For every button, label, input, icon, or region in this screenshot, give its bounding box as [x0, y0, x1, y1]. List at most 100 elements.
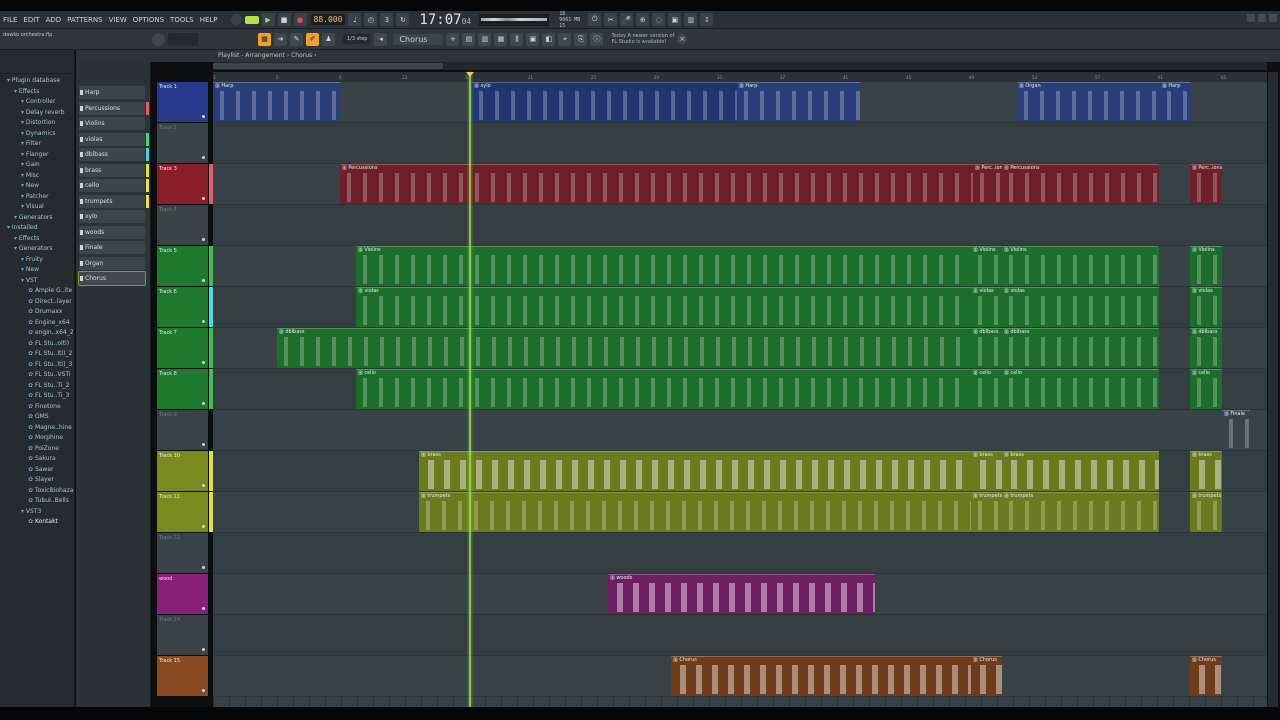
track-header[interactable]: Track 15 [157, 656, 208, 696]
browser-item[interactable]: ✿ Direct..layer [0, 297, 74, 308]
browser-item[interactable]: ✿ Sakura [0, 454, 74, 465]
picker-item[interactable]: Violins [79, 117, 145, 130]
browser-item[interactable]: ▾ Delay reverb [0, 108, 74, 119]
scroll-thumb[interactable] [213, 63, 443, 69]
menu-file[interactable]: FILE [0, 16, 20, 24]
track-header[interactable]: Track 4 [157, 205, 208, 245]
track-mute-led[interactable] [202, 238, 205, 241]
track-lane[interactable] [213, 615, 1267, 656]
pattern-add-icon[interactable]: + [446, 32, 460, 46]
pattern-clip[interactable]: ▥ violas [356, 287, 971, 327]
browser-item[interactable]: ▾ Plugin database [0, 76, 74, 87]
pattern-clip[interactable]: ▥ Harp [737, 82, 860, 122]
record-button[interactable]: ● [293, 13, 307, 26]
playlist-track-area[interactable]: ▥ Harp ▥ xylo ▥ Harp ▥ Organ ▥ Harp ▥ Percuss… [213, 82, 1267, 707]
piano-roll-icon[interactable]: ▥ [478, 32, 492, 46]
browser-item[interactable]: ▾ Flanger [0, 150, 74, 161]
loop-record-icon[interactable]: ↻ [396, 13, 410, 26]
browser-item[interactable]: ✿ Finetone [0, 402, 74, 413]
menu-help[interactable]: HELP [197, 16, 221, 24]
browser-item[interactable]: ✿ Ample G..ite [0, 286, 74, 297]
browser-item[interactable]: ✿ FL Stu..lti)_3 [0, 360, 74, 371]
browser-item[interactable]: ✿ ToxicBiohazard [0, 486, 74, 497]
browser-item[interactable]: ✿ Slayer [0, 475, 74, 486]
track-header[interactable]: Track 5 [157, 246, 213, 286]
pattern-clip[interactable]: ▥ Violins [971, 246, 1002, 286]
picker-item[interactable]: xylo [79, 210, 145, 223]
track-header[interactable]: Track 9 [157, 410, 208, 450]
chat-icon[interactable]: ◌ [652, 13, 666, 26]
maximize-icon[interactable] [1258, 14, 1266, 22]
pattern-clip[interactable]: ▥ Perc..ions [1190, 164, 1222, 204]
picker-item[interactable]: Percussions [79, 101, 149, 115]
playlist-icon[interactable]: ▤ [462, 32, 476, 46]
browser-item[interactable]: ▾ Dynamics [0, 129, 74, 140]
track-header[interactable]: wood [157, 574, 208, 614]
track-mute-led[interactable] [202, 525, 205, 528]
picker-item[interactable]: dblbass [79, 148, 149, 161]
pattern-clip[interactable]: ▥ Percussions [1002, 164, 1159, 204]
track-header[interactable]: Track 7 [157, 328, 213, 368]
pattern-clip[interactable]: ▥ trumpets [1002, 492, 1159, 532]
tools-icon[interactable]: ✂ [604, 13, 618, 26]
menu-patterns[interactable]: PATTERNS [64, 16, 105, 24]
track-mute-led[interactable] [202, 197, 205, 200]
track-mute-led[interactable] [202, 648, 205, 651]
menu-add[interactable]: ADD [43, 16, 65, 24]
pattern-clip[interactable]: ▥ violas [1190, 287, 1222, 327]
pattern-clip[interactable]: ▥ dblbass [1002, 328, 1159, 368]
metronome-icon[interactable]: ♩ [348, 13, 362, 26]
pattern-clip[interactable]: ▥ trumpets [1190, 492, 1222, 532]
track-mute-led[interactable] [202, 689, 205, 692]
browser-item[interactable]: ▾ Effects [0, 234, 74, 245]
arrow-right-icon[interactable]: ➜ [274, 32, 287, 46]
wait-input-icon[interactable]: ◴ [364, 13, 378, 26]
browser-item[interactable]: ▾ Patcher [0, 192, 74, 203]
brush-icon[interactable]: ✐ [306, 32, 319, 46]
playlist-title[interactable]: Playlist - Arrangement › Chorus › [218, 50, 317, 62]
browser-item[interactable]: ✿ Magne..hine [0, 423, 74, 434]
pattern-clip[interactable]: ▥ Violins [356, 246, 971, 286]
pattern-clip[interactable]: ▥ Chorus [971, 656, 1002, 696]
pattern-clip[interactable]: ▥ Chorus [671, 656, 971, 696]
pattern-clip[interactable]: ▥ Harp [213, 82, 340, 122]
track-header[interactable]: Track 14 [157, 615, 208, 655]
pattern-clip[interactable]: ▥ Violins [1002, 246, 1159, 286]
browser-item[interactable]: ✿ PoiZone [0, 444, 74, 455]
recent-files-icon[interactable]: ⎘ [574, 32, 588, 46]
track-mute-led[interactable] [202, 115, 205, 118]
menu-tools[interactable]: TOOLS [167, 16, 197, 24]
browser-item[interactable]: ▾ Generators [0, 244, 74, 255]
track-mute-led[interactable] [202, 443, 205, 446]
pattern-clip[interactable]: ▥ dblbass [1190, 328, 1222, 368]
pattern-clip[interactable]: ▥ Organ [1017, 82, 1160, 122]
plugin-picker-icon[interactable]: ◧ [542, 32, 556, 46]
track-mute-led[interactable] [202, 361, 205, 364]
browser-item[interactable]: ✿ Morphine [0, 433, 74, 444]
project-info-icon[interactable]: ⓘ [590, 32, 604, 46]
browser-item[interactable]: ▾ Fruity [0, 255, 74, 266]
hint-circle-icon[interactable] [152, 32, 165, 46]
snap-selector[interactable]: 1/3 step [343, 34, 372, 44]
pattern-clip[interactable]: ▥ dblbass [277, 328, 971, 368]
news-close-icon[interactable]: × [677, 34, 688, 44]
song-mode-button[interactable] [244, 15, 259, 24]
horizontal-scrollbar[interactable] [213, 62, 1267, 70]
track-mute-led[interactable] [202, 566, 205, 569]
pattern-selector[interactable]: Chorus [393, 33, 444, 45]
picker-item[interactable]: trumpets [79, 194, 149, 208]
pattern-clip[interactable]: ▥ cello [1190, 369, 1222, 409]
playhead-line[interactable] [469, 72, 471, 707]
browser-item[interactable]: ▾ New [0, 265, 74, 276]
browser-icon[interactable]: ▣ [526, 32, 540, 46]
step-edit-icon[interactable]: ▦ [258, 32, 271, 46]
browser-item[interactable]: ✿ Kontakt [0, 517, 74, 528]
vertical-scrollbar[interactable] [1268, 72, 1278, 707]
picker-item[interactable]: Chorus [78, 271, 146, 286]
browser-item[interactable]: ▾ Filter [0, 139, 74, 150]
pattern-clip[interactable]: ▥ trumpets [971, 492, 1002, 532]
pattern-clip[interactable]: ▥ trumpets [419, 492, 971, 532]
browser-item[interactable]: ▾ Misc [0, 171, 74, 182]
touch-keyboard-icon[interactable]: ⌖ [558, 32, 572, 46]
save-icon[interactable]: ▣ [668, 13, 682, 26]
